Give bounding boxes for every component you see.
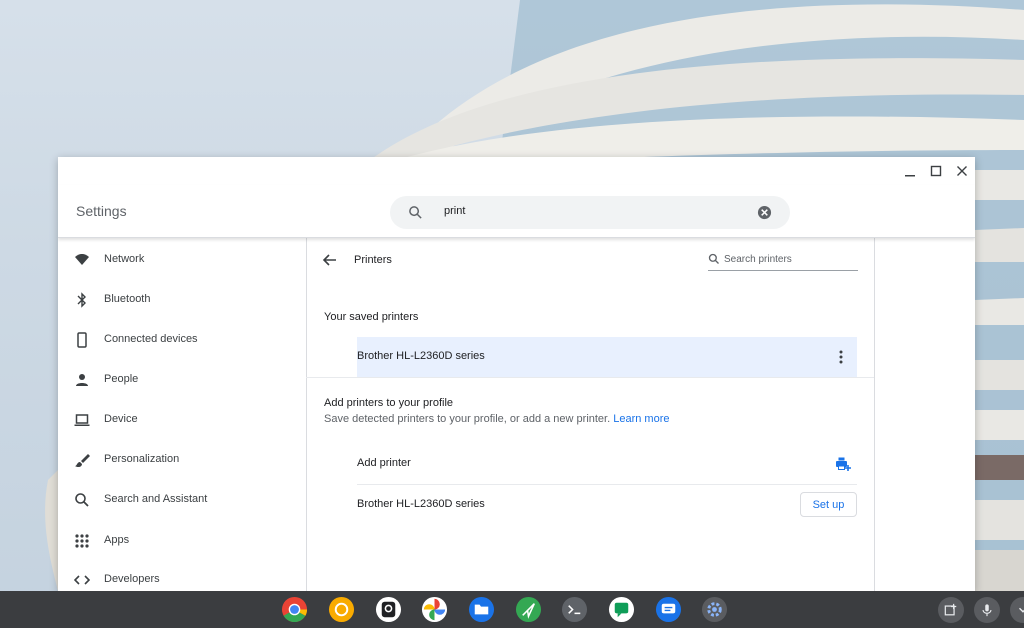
- photos-icon[interactable]: [421, 596, 448, 623]
- add-printers-heading: Add printers to your profile: [324, 397, 454, 409]
- phone-icon: [77, 332, 87, 348]
- sidebar-item-label: Device: [104, 413, 138, 425]
- screen-capture-icon[interactable]: [938, 597, 964, 623]
- sidebar-item-label: Search and Assistant: [104, 493, 208, 505]
- minimize-button[interactable]: [897, 158, 923, 184]
- learn-more-link[interactable]: Learn more: [613, 413, 669, 425]
- sidebar-item-developers[interactable]: Developers: [58, 560, 306, 592]
- search-icon: [409, 206, 422, 219]
- more-options-icon[interactable]: [835, 349, 847, 365]
- settings-window: Settings print Network Bluetooth Connect…: [58, 157, 975, 592]
- add-printer-row[interactable]: Add printer: [357, 444, 857, 484]
- setup-button[interactable]: Set up: [800, 492, 857, 517]
- window-controls: [897, 157, 975, 185]
- terminal-icon[interactable]: [561, 596, 588, 623]
- maximize-button[interactable]: [923, 158, 949, 184]
- canary-icon[interactable]: [328, 596, 355, 623]
- sidebar-item-label: Bluetooth: [104, 293, 151, 305]
- subtitle-text: Save detected printers to your profile, …: [324, 413, 611, 425]
- settings-header: Settings print: [58, 185, 975, 238]
- code-icon: [74, 575, 90, 585]
- settings-search[interactable]: print: [390, 196, 790, 229]
- sidebar-item-search-and-assistant[interactable]: Search and Assistant: [58, 480, 306, 520]
- add-printer-icon[interactable]: [835, 456, 851, 472]
- send-icon[interactable]: [515, 596, 542, 623]
- bluetooth-icon: [77, 292, 86, 308]
- detected-printer-row: Brother HL-L2360D series Set up: [357, 485, 857, 525]
- person-icon: [76, 374, 88, 386]
- printer-name: Brother HL-L2360D series: [357, 498, 485, 510]
- messages-icon[interactable]: [655, 596, 682, 623]
- search-input[interactable]: print: [444, 205, 465, 217]
- sidebar-item-device[interactable]: Device: [58, 400, 306, 440]
- files-icon[interactable]: [468, 596, 495, 623]
- launcher-icon[interactable]: [1010, 597, 1024, 623]
- printer-name: Brother HL-L2360D series: [357, 350, 485, 362]
- saved-printers-heading: Your saved printers: [324, 311, 419, 323]
- add-printer-label: Add printer: [357, 457, 411, 469]
- sidebar-item-label: Developers: [104, 573, 160, 585]
- shelf: [0, 591, 1024, 628]
- sidebar: Network Bluetooth Connected devices Peop…: [58, 238, 307, 592]
- close-button[interactable]: [949, 158, 975, 184]
- maximize-icon: [930, 165, 942, 177]
- sidebar-item-label: People: [104, 373, 139, 385]
- settings-icon[interactable]: [701, 596, 728, 623]
- back-arrow-icon[interactable]: [322, 252, 338, 268]
- sidebar-item-bluetooth[interactable]: Bluetooth: [58, 280, 306, 320]
- chrome-icon[interactable]: [281, 596, 308, 623]
- mic-icon[interactable]: [974, 597, 1000, 623]
- printer-search-placeholder: Search printers: [724, 254, 792, 265]
- divider: [306, 377, 874, 378]
- apps-grid-icon: [75, 534, 89, 548]
- add-printers-subtitle: Save detected printers to your profile, …: [324, 413, 670, 425]
- sidebar-item-apps[interactable]: Apps: [58, 521, 306, 561]
- sidebar-item-label: Connected devices: [104, 333, 198, 345]
- printer-search-field[interactable]: Search printers: [708, 250, 858, 271]
- page-title: Printers: [354, 254, 392, 266]
- minimize-icon: [905, 175, 915, 177]
- search-icon: [708, 253, 719, 264]
- laptop-icon: [74, 414, 90, 426]
- wifi-icon: [75, 254, 89, 265]
- clear-search-icon[interactable]: [757, 205, 772, 220]
- app-title: Settings: [76, 203, 127, 219]
- sidebar-item-label: Personalization: [104, 453, 180, 465]
- sidebar-item-label: Apps: [104, 534, 130, 546]
- close-icon: [957, 166, 967, 176]
- sidebar-item-network[interactable]: Network: [58, 240, 306, 280]
- camera-icon[interactable]: [375, 596, 402, 623]
- brush-icon: [75, 454, 90, 468]
- sidebar-item-people[interactable]: People: [58, 360, 306, 400]
- sidebar-item-personalization[interactable]: Personalization: [58, 440, 306, 480]
- chat-icon[interactable]: [608, 596, 635, 623]
- search-icon: [75, 493, 89, 507]
- sidebar-item-label: Network: [104, 253, 145, 265]
- printers-page: Printers Search printers Your saved prin…: [306, 238, 875, 592]
- saved-printer-row[interactable]: Brother HL-L2360D series: [357, 337, 857, 377]
- sidebar-item-connected-devices[interactable]: Connected devices: [58, 320, 306, 360]
